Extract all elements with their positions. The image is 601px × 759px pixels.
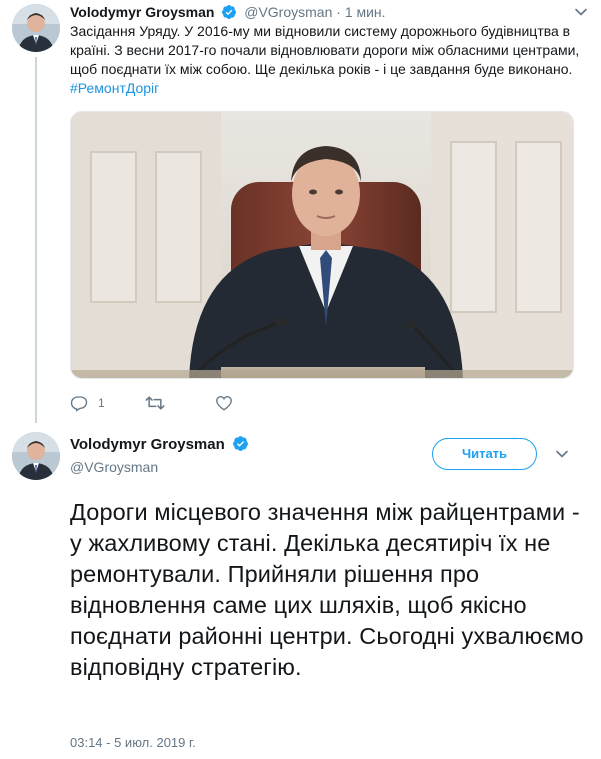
verified-badge-icon: [221, 4, 237, 24]
author-name[interactable]: Volodymyr Groysman: [70, 4, 214, 20]
reply-icon: [70, 394, 88, 412]
parent-tweet: Volodymyr Groysman @VGroysman · 1 мин. З…: [0, 0, 601, 423]
tweet-actions: 1: [70, 392, 283, 414]
author-name[interactable]: Volodymyr Groysman: [70, 435, 249, 458]
retweet-button[interactable]: [145, 394, 175, 412]
thread-line: [35, 57, 37, 423]
follow-button[interactable]: Читать: [432, 438, 537, 470]
heart-icon: [215, 394, 233, 412]
chevron-down-icon[interactable]: [574, 5, 588, 19]
chevron-down-icon[interactable]: [555, 447, 569, 461]
author-handle[interactable]: @VGroysman: [244, 4, 332, 20]
tweet-text-body: Засідання Уряду. У 2016-му ми відновили …: [70, 23, 580, 77]
hashtag-link[interactable]: #РемонтДоріг: [70, 80, 159, 96]
author-handle[interactable]: @VGroysman: [70, 458, 158, 476]
reply-count: 1: [98, 396, 105, 410]
separator-dot: ·: [336, 4, 341, 20]
retweet-icon: [145, 394, 165, 412]
author-name-text[interactable]: Volodymyr Groysman: [70, 436, 225, 453]
author-avatar[interactable]: [12, 4, 60, 52]
tweet-header: Volodymyr Groysman @VGroysman · 1 мин.: [70, 3, 386, 24]
tweet-text: Дороги місцевого значення між райцентрам…: [70, 499, 584, 680]
tweet-photo[interactable]: [70, 111, 574, 379]
reply-button[interactable]: 1: [70, 394, 105, 412]
tweet-timestamp[interactable]: 03:14 - 5 июл. 2019 г.: [70, 735, 196, 751]
author-avatar[interactable]: [12, 432, 60, 480]
tweet-time[interactable]: 1 мин.: [345, 4, 386, 20]
verified-badge-icon: [232, 435, 249, 458]
tweet-text: Засідання Уряду. У 2016-му ми відновили …: [70, 22, 590, 98]
like-button[interactable]: [215, 394, 243, 412]
